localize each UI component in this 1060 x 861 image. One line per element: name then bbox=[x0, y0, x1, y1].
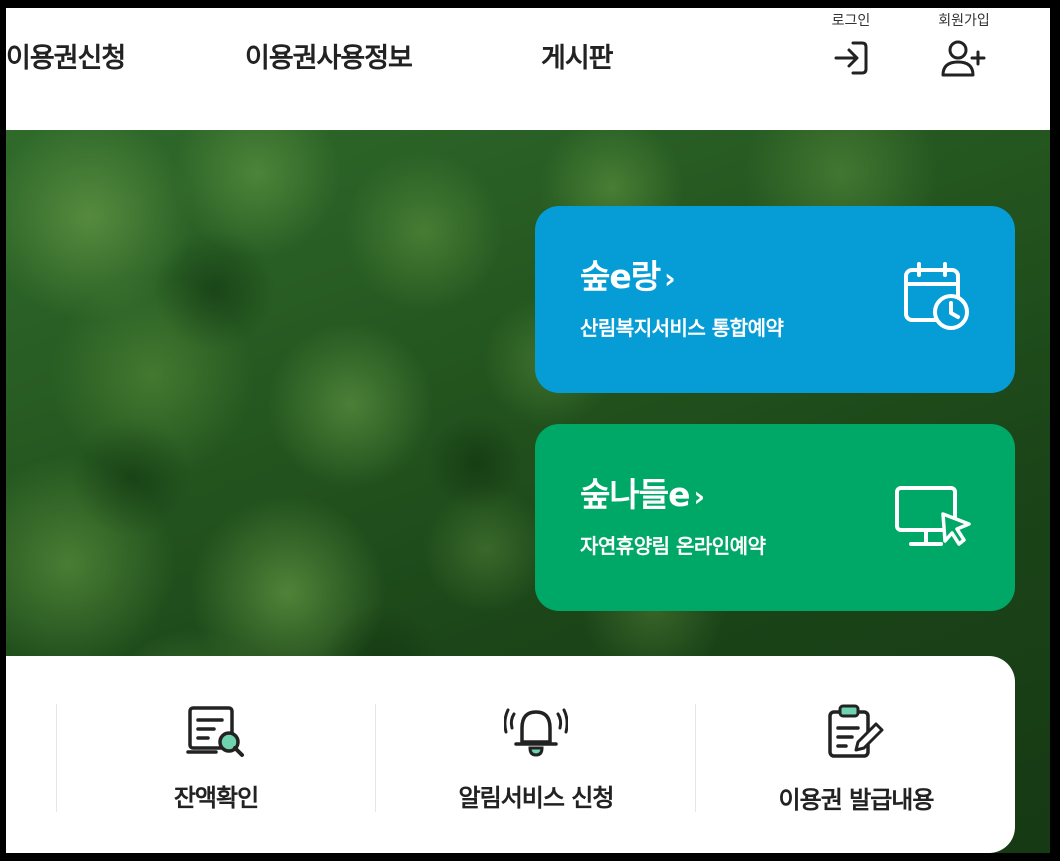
service-card-sup-nadeul-e[interactable]: 숲나들e › 자연휴양림 온라인예약 bbox=[535, 424, 1015, 611]
card-description: 자연휴양림 온라인예약 bbox=[580, 534, 766, 558]
card-title-text: 숲e랑 bbox=[580, 257, 661, 296]
service-card-sup-e-rang[interactable]: 숲e랑 › 산림복지서비스 통합예약 bbox=[535, 206, 1015, 393]
monitor-cursor-icon bbox=[895, 486, 971, 546]
quick-item-balance-check[interactable]: 잔액확인 bbox=[56, 704, 376, 814]
nav-item-voucher-apply[interactable]: 이용권신청 bbox=[6, 36, 126, 75]
site-header: 이용권신청 이용권사용정보 게시판 로그인 회원가입 bbox=[6, 8, 1050, 130]
user-plus-icon bbox=[941, 40, 986, 77]
quick-item-label: 잔액확인 bbox=[173, 784, 259, 812]
nav-item-board[interactable]: 게시판 bbox=[541, 36, 614, 75]
bell-icon bbox=[504, 708, 568, 757]
signup-label: 회원가입 bbox=[938, 13, 990, 29]
clipboard-edit-icon bbox=[828, 704, 884, 758]
login-arrow-icon bbox=[834, 41, 868, 75]
login-button[interactable]: 로그인 bbox=[811, 10, 891, 78]
card-description: 산림복지서비스 통합예약 bbox=[580, 316, 784, 340]
chevron-right-icon: › bbox=[664, 262, 676, 295]
nav-item-voucher-usage[interactable]: 이용권사용정보 bbox=[245, 36, 413, 75]
signup-button[interactable]: 회원가입 bbox=[924, 10, 1004, 78]
screenshot-frame: 이용권신청 이용권사용정보 게시판 로그인 회원가입 숲e랑 › 산림복지서비스… bbox=[0, 0, 1060, 861]
quick-item-alert-service[interactable]: 알림서비스 신청 bbox=[376, 704, 696, 814]
card-title-text: 숲나들e bbox=[580, 475, 690, 514]
login-label: 로그인 bbox=[831, 13, 871, 29]
quick-item-label: 이용권 발급내용 bbox=[778, 786, 935, 814]
page: 이용권신청 이용권사용정보 게시판 로그인 회원가입 숲e랑 › 산림복지서비스… bbox=[6, 8, 1050, 853]
quick-item-voucher-history[interactable]: 이용권 발급내용 bbox=[696, 704, 1016, 814]
calendar-clock-icon bbox=[904, 262, 969, 330]
receipt-search-icon bbox=[186, 706, 244, 757]
quick-menu-panel: 잔액확인 알림서비스 신청 이용권 발급내용 bbox=[6, 656, 1015, 853]
quick-item-label: 알림서비스 신청 bbox=[458, 784, 615, 812]
chevron-right-icon: › bbox=[693, 480, 705, 513]
card-title: 숲나들e › bbox=[580, 468, 705, 516]
card-title: 숲e랑 › bbox=[580, 250, 676, 298]
